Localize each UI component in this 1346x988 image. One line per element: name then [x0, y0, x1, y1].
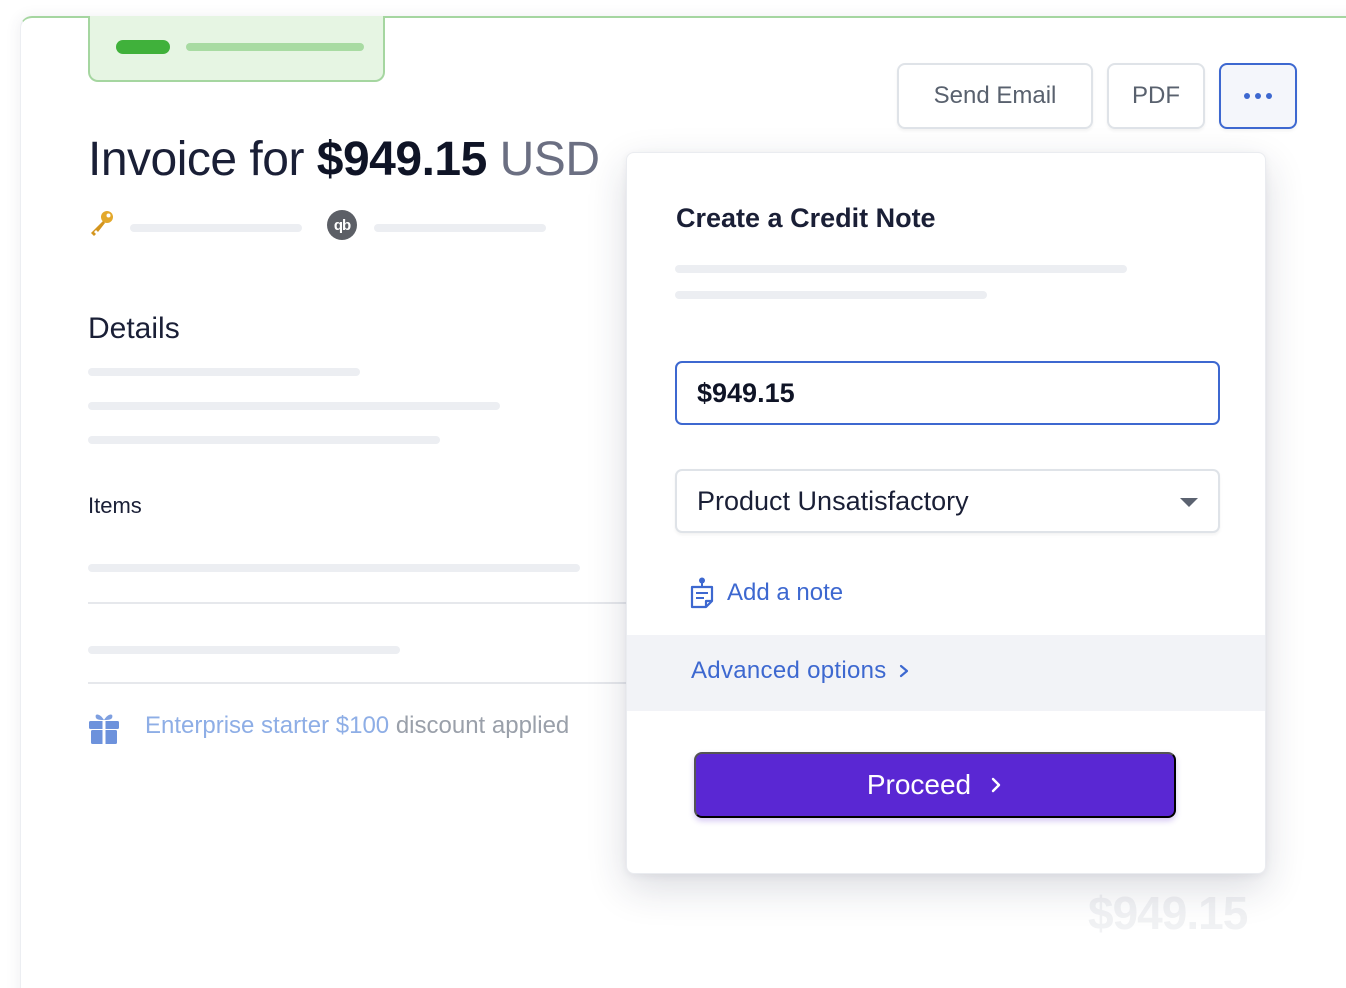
- proceed-label: Proceed: [866, 769, 972, 800]
- details-heading: Details: [88, 312, 180, 345]
- item-placeholder: [88, 564, 580, 572]
- details-placeholder: [88, 402, 500, 410]
- details-placeholder: [88, 436, 440, 444]
- divider: [88, 602, 628, 604]
- title-prefix: Invoice for: [88, 133, 304, 186]
- details-placeholder: [88, 368, 360, 376]
- title-amount: $949.15: [316, 133, 488, 186]
- note-icon: [690, 577, 714, 609]
- chevron-right-icon: [899, 664, 908, 678]
- credit-amount-input[interactable]: $949.15: [675, 361, 1220, 425]
- chevron-down-icon: [1180, 498, 1198, 507]
- meta-placeholder: [374, 224, 546, 232]
- status-tab: [88, 16, 385, 82]
- credit-note-popover: Create a Credit Note $949.15 Product Uns…: [626, 152, 1266, 874]
- discount-name: Enterprise starter: [145, 712, 330, 739]
- title-currency: USD: [499, 133, 600, 186]
- item-placeholder: [88, 646, 400, 654]
- gift-icon: [89, 714, 119, 744]
- pdf-button[interactable]: PDF: [1107, 63, 1205, 129]
- more-dots-icon: [1244, 93, 1272, 99]
- page-title: Invoice for $949.15 USD: [88, 132, 600, 187]
- divider: [88, 682, 628, 684]
- discount-amount: $100: [335, 712, 390, 739]
- discount-suffix: discount applied: [395, 712, 570, 739]
- proceed-button[interactable]: Proceed: [694, 752, 1176, 818]
- description-placeholder: [675, 291, 987, 299]
- more-options-button[interactable]: [1219, 63, 1297, 129]
- reason-value: Product Unsatisfactory: [697, 485, 969, 516]
- ghost-total: $949.15: [1088, 887, 1248, 939]
- send-email-button[interactable]: Send Email: [897, 63, 1093, 129]
- status-pill: [116, 40, 170, 54]
- status-placeholder: [186, 43, 364, 51]
- items-heading: Items: [88, 493, 142, 518]
- discount-text: Enterprise starter $100 discount applied: [145, 712, 569, 740]
- add-note-label: Add a note: [727, 579, 844, 606]
- advanced-options-label: Advanced options: [691, 657, 887, 684]
- key-icon: [91, 211, 113, 236]
- chevron-right-icon: [991, 777, 1001, 793]
- reason-select[interactable]: Product Unsatisfactory: [675, 469, 1220, 533]
- meta-placeholder: [130, 224, 302, 232]
- description-placeholder: [675, 265, 1127, 273]
- advanced-options-link[interactable]: Advanced options: [691, 657, 911, 685]
- quickbooks-icon: qb: [327, 210, 357, 240]
- add-note-link[interactable]: Add a note: [689, 577, 843, 609]
- popover-title: Create a Credit Note: [676, 203, 936, 233]
